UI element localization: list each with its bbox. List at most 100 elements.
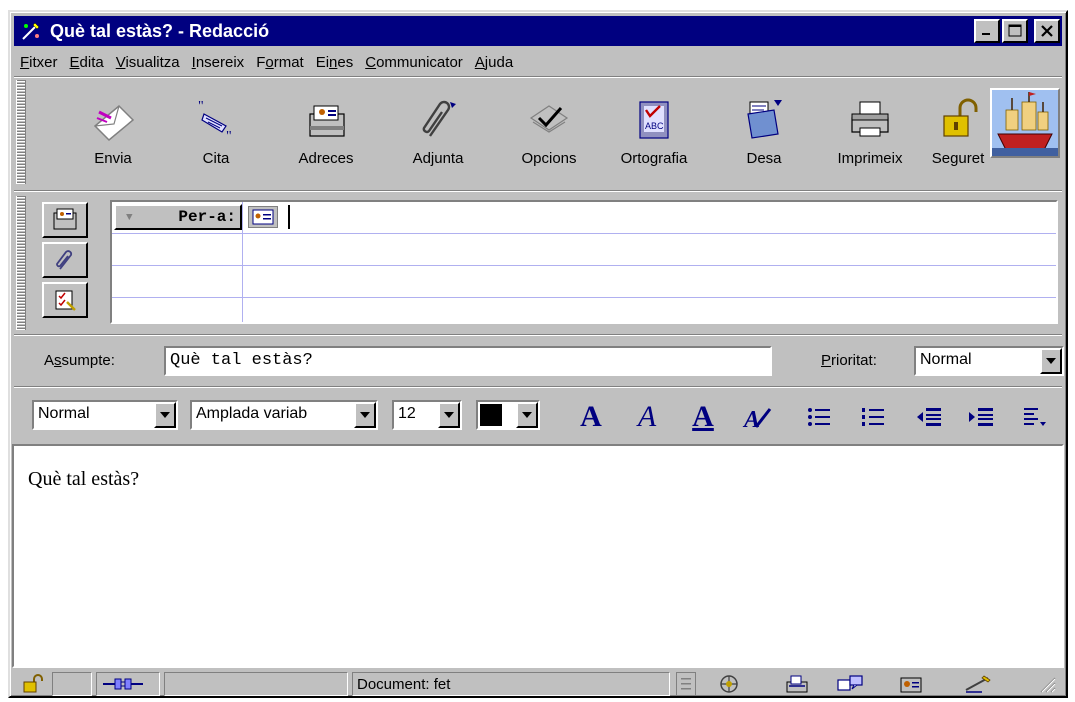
close-button[interactable] bbox=[1034, 19, 1060, 43]
bold-button[interactable]: A bbox=[574, 402, 608, 432]
navigator-icon bbox=[720, 675, 738, 693]
tab-attachments[interactable] bbox=[42, 242, 88, 278]
bullet-list-icon bbox=[808, 408, 830, 426]
discussions-button[interactable] bbox=[834, 672, 868, 696]
menu-ajuda-rest: juda bbox=[484, 53, 514, 71]
address-panel-grip[interactable] bbox=[16, 196, 26, 330]
status-list-icon bbox=[676, 672, 696, 696]
priority-select[interactable]: Normal bbox=[914, 346, 1064, 376]
status-cell bbox=[52, 672, 92, 696]
recipient-row[interactable] bbox=[112, 266, 1056, 298]
font-dropdown[interactable] bbox=[354, 402, 376, 428]
message-body-text[interactable]: Què tal estàs? bbox=[28, 468, 1048, 491]
menu-insereix[interactable]: Insereix bbox=[186, 54, 251, 71]
printer-icon bbox=[851, 101, 889, 137]
composer-icon bbox=[22, 22, 40, 40]
priority-dropdown-button[interactable] bbox=[1040, 348, 1062, 374]
decrease-indent-button[interactable] bbox=[912, 402, 946, 432]
recipient-row[interactable]: ▼ Per-a: bbox=[112, 202, 1056, 234]
font-size-dropdown[interactable] bbox=[438, 402, 460, 428]
address-card-icon bbox=[53, 208, 77, 230]
quote-button[interactable]: " " Cita bbox=[186, 86, 246, 181]
plug-icon bbox=[103, 678, 143, 690]
recipient-type-selector[interactable]: ▼ Per-a: bbox=[114, 204, 242, 230]
italic-icon: A bbox=[637, 400, 657, 433]
menu-visualitza[interactable]: Visualitza bbox=[110, 54, 186, 71]
menu-ajuda-accel: A bbox=[474, 53, 485, 71]
spelling-button[interactable]: ABC Ortografia bbox=[608, 86, 700, 181]
compose-window: Què tal estàs? - Redacció Fitxer Edita V… bbox=[8, 10, 1068, 698]
address-panel: ▼ Per-a: bbox=[14, 194, 1062, 334]
attach-button[interactable]: Adjunta bbox=[400, 86, 476, 181]
security-status-button[interactable] bbox=[16, 672, 50, 696]
security-label: Seguret bbox=[931, 150, 985, 167]
navigator-button[interactable] bbox=[712, 672, 746, 696]
title-bar[interactable]: Què tal estàs? - Redacció bbox=[14, 16, 1062, 46]
netscape-logo[interactable] bbox=[990, 88, 1060, 158]
recipient-card-button[interactable] bbox=[248, 206, 278, 228]
font-size-select[interactable]: 12 bbox=[392, 400, 462, 430]
padlock-icon bbox=[943, 98, 978, 137]
chevron-down-icon: ▼ bbox=[126, 212, 133, 224]
minimize-icon bbox=[982, 33, 990, 35]
security-button[interactable]: Seguret bbox=[928, 86, 988, 181]
increase-indent-button[interactable] bbox=[964, 402, 998, 432]
recipient-row[interactable] bbox=[112, 298, 1056, 330]
menu-edita-rest: dita bbox=[79, 53, 104, 71]
menu-format[interactable]: Format bbox=[250, 54, 310, 71]
minimize-button[interactable] bbox=[974, 19, 1000, 43]
menu-communicator[interactable]: Communicator bbox=[359, 54, 469, 71]
color-swatch bbox=[480, 404, 502, 426]
bold-icon: A bbox=[580, 400, 602, 433]
italic-button[interactable]: A bbox=[630, 402, 664, 432]
address-book-status-button[interactable] bbox=[894, 672, 928, 696]
paragraph-style-dropdown[interactable] bbox=[154, 402, 176, 428]
subject-label: Assumpte: bbox=[44, 352, 115, 369]
menu-communicator-rest: ommunicator bbox=[376, 53, 463, 71]
tab-message-options[interactable] bbox=[42, 282, 88, 318]
status-bar: Document: fet bbox=[12, 670, 1064, 696]
address-book-button[interactable]: Adreces bbox=[286, 86, 366, 181]
paragraph-style-select[interactable]: Normal bbox=[32, 400, 178, 430]
options-button[interactable]: Opcions bbox=[506, 86, 592, 181]
clear-styles-button[interactable]: A bbox=[740, 402, 774, 432]
address-side-tabs bbox=[42, 202, 88, 322]
increase-indent-icon bbox=[969, 408, 993, 426]
composer-button[interactable] bbox=[960, 672, 994, 696]
save-button[interactable]: Desa bbox=[736, 86, 792, 181]
print-button[interactable]: Imprimeix bbox=[826, 86, 914, 181]
underline-button[interactable]: A bbox=[686, 402, 720, 432]
subject-input[interactable]: Què tal estàs? bbox=[164, 346, 772, 376]
recipient-list[interactable]: ▼ Per-a: bbox=[110, 200, 1058, 324]
resize-grip[interactable] bbox=[1032, 672, 1062, 696]
menu-edita[interactable]: Edita bbox=[64, 54, 110, 71]
menu-fitxer[interactable]: Fitxer bbox=[14, 54, 64, 71]
svg-text:ABC: ABC bbox=[645, 121, 664, 131]
print-label: Imprimeix bbox=[837, 150, 903, 167]
font-select[interactable]: Amplada variab bbox=[190, 400, 378, 430]
address-book-icon bbox=[900, 677, 922, 693]
text-color-dropdown[interactable] bbox=[516, 402, 538, 428]
toolbar-grip[interactable] bbox=[16, 80, 26, 184]
message-body-editor[interactable]: Què tal estàs? bbox=[12, 444, 1064, 668]
menu-eines[interactable]: Eines bbox=[310, 54, 360, 71]
close-icon bbox=[1041, 25, 1053, 37]
inbox-button[interactable] bbox=[780, 672, 814, 696]
recipient-row[interactable] bbox=[112, 234, 1056, 266]
alignment-button[interactable] bbox=[1018, 402, 1052, 432]
text-color-select[interactable] bbox=[476, 400, 540, 430]
numbered-list-button[interactable] bbox=[856, 402, 890, 432]
menu-ajuda[interactable]: Ajuda bbox=[469, 54, 519, 71]
maximize-button[interactable] bbox=[1002, 19, 1028, 43]
tab-address-recipients[interactable] bbox=[42, 202, 88, 238]
send-button[interactable]: Envia bbox=[78, 86, 148, 181]
connection-status[interactable] bbox=[96, 672, 160, 696]
bullet-list-button[interactable] bbox=[802, 402, 836, 432]
separator bbox=[14, 334, 1062, 336]
menu-fitxer-rest: itxer bbox=[29, 53, 58, 71]
contact-card-icon bbox=[252, 209, 274, 225]
menu-format-accel: o bbox=[265, 53, 274, 71]
options-icon bbox=[529, 105, 569, 133]
decrease-indent-icon bbox=[917, 408, 941, 426]
discussion-icon bbox=[837, 675, 863, 691]
